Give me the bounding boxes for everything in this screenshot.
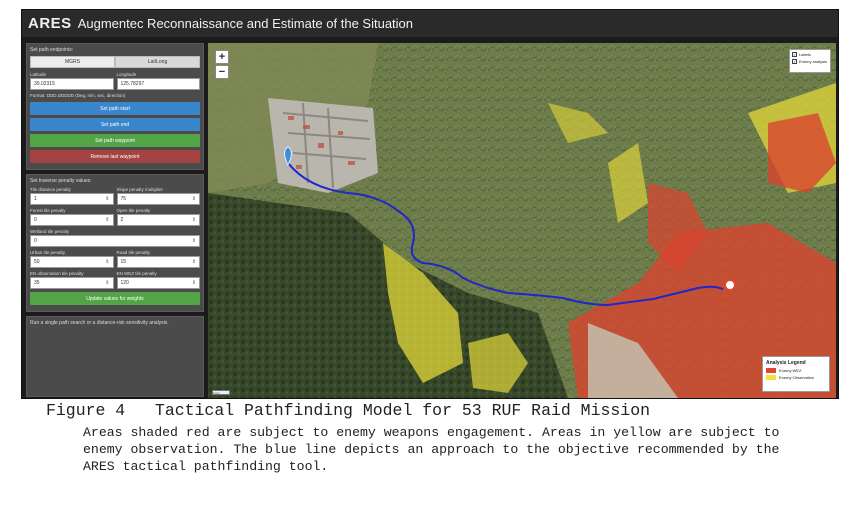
wetland-penalty-value: 0 [34,238,37,244]
tile-distance-stepper[interactable]: 1 ⇕ [30,193,114,205]
app-subtitle: Augmentec Reconnaissance and Estimate of… [77,16,414,31]
endpoint-panel-title: Set path endpoints: [30,47,74,53]
road-penalty-stepper[interactable]: 15 ⇕ [116,256,200,268]
update-weights-button[interactable]: Update values for weights [30,292,200,305]
slope-multiplier-label: Slope penalty multiplier [116,187,164,192]
mode-latlong-option[interactable]: Lat/Long [115,56,200,68]
satellite-map[interactable]: + − ✓ Labels ✓ Enemy analysis Analysis L… [208,43,836,398]
en-weapons-value: 120 [120,280,129,286]
tile-distance-label: Tile distance penalty [30,187,71,192]
layer-enemy-row[interactable]: ✓ Enemy analysis [792,59,828,64]
set-path-end-button[interactable]: Set path end [30,118,200,131]
set-path-start-button[interactable]: Set path start [30,102,200,115]
legend-item: Enemy Observation [766,375,826,380]
spinner-icon[interactable]: ⇕ [105,280,109,286]
control-sidebar: Set path endpoints: MGRS Lat/Long Latitu… [26,43,204,397]
hint-text: Run a single path search or a distance-r… [30,320,169,326]
latitude-label: Latitude [30,72,47,77]
open-penalty-label: Open tile penalty [116,208,151,213]
objective-marker [724,279,736,291]
layer-control: ✓ Labels ✓ Enemy analysis [789,49,831,73]
road-penalty-value: 15 [120,259,127,265]
zoom-in-button[interactable]: + [215,50,229,64]
penalty-panel-title: Set traverse penalty values: [30,178,92,184]
slope-multiplier-value: 75 [120,196,127,202]
latitude-value: 39.02315 [34,81,55,87]
layer-labels-row[interactable]: ✓ Labels [792,52,828,57]
en-observation-stepper[interactable]: 35 ⇕ [30,277,114,289]
spinner-icon[interactable]: ⇕ [192,196,196,202]
forest-penalty-value: 0 [34,217,37,223]
spinner-icon[interactable]: ⇕ [105,217,109,223]
map-imagery [208,43,836,398]
forest-penalty-label: Forest tile penalty [30,208,66,213]
layer-enemy-label: Enemy analysis [799,59,828,64]
urban-penalty-value: 50 [34,259,40,265]
app-brand: ARES [28,15,72,32]
analysis-legend: Analysis Legend Enemy WEZ Enemy Observat… [762,356,830,392]
map-scale-bar: 1 km [212,390,230,395]
ares-app-window: ARES Augmentec Reconnaissance and Estima… [21,9,839,399]
spinner-icon[interactable]: ⇕ [192,217,196,223]
penalty-panel: Set traverse penalty values: Tile distan… [26,174,204,312]
legend-label-observation: Enemy Observation [779,375,815,380]
spinner-icon[interactable]: ⇕ [192,280,196,286]
en-weapons-stepper[interactable]: 120 ⇕ [116,277,200,289]
endpoint-panel: Set path endpoints: MGRS Lat/Long Latitu… [26,43,204,170]
tile-distance-value: 1 [34,196,37,202]
wetland-penalty-stepper[interactable]: 0 ⇕ [30,235,200,247]
slope-multiplier-stepper[interactable]: 75 ⇕ [116,193,200,205]
set-waypoint-button[interactable]: Set path waypoint [30,134,200,147]
hint-panel: Run a single path search or a distance-r… [26,316,204,397]
legend-swatch-yellow [766,375,776,380]
legend-swatch-red [766,368,776,373]
coordinate-mode-toggle: MGRS Lat/Long [30,56,200,68]
mode-mgrs-option[interactable]: MGRS [30,56,115,68]
coordinate-format-note: Format: DDD.DDDDD (Deg, min, sec, direct… [30,93,126,98]
spinner-icon[interactable]: ⇕ [105,196,109,202]
layer-labels-label: Labels [799,52,811,57]
spinner-icon[interactable]: ⇕ [105,259,109,265]
urban-penalty-stepper[interactable]: 50 ⇕ [30,256,114,268]
en-observation-label: EN observation tile penalty [30,271,84,276]
longitude-input[interactable]: 125.78297 [116,78,200,90]
en-observation-value: 35 [34,280,40,286]
road-penalty-label: Road tile penalty [116,250,151,255]
remove-waypoint-button[interactable]: Remove last waypoint [30,150,200,163]
en-weapons-label: EN WEZ tile penalty [116,271,157,276]
spinner-icon[interactable]: ⇕ [192,238,196,244]
urban-penalty-label: Urban tile penalty [30,250,66,255]
open-penalty-stepper[interactable]: 2 ⇕ [116,214,200,226]
open-penalty-value: 2 [120,217,124,223]
wetland-penalty-label: Wetland tile penalty [30,229,70,234]
zoom-out-button[interactable]: − [215,65,229,79]
legend-title: Analysis Legend [766,360,806,366]
forest-penalty-stepper[interactable]: 0 ⇕ [30,214,114,226]
checkbox-icon[interactable]: ✓ [792,52,797,57]
legend-item: Enemy WEZ [766,368,826,373]
figure-title: Figure 4 Tactical Pathfinding Model for … [46,401,650,420]
figure-body: Areas shaded red are subject to enemy we… [83,425,780,474]
checkbox-icon[interactable]: ✓ [792,59,797,64]
longitude-value: 125.78297 [120,81,145,87]
longitude-label: Longitude [116,72,137,77]
spinner-icon[interactable]: ⇕ [192,259,196,265]
latitude-input[interactable]: 39.02315 [30,78,114,90]
title-bar: ARES Augmentec Reconnaissance and Estima… [22,10,838,37]
legend-label-wez: Enemy WEZ [779,368,802,373]
